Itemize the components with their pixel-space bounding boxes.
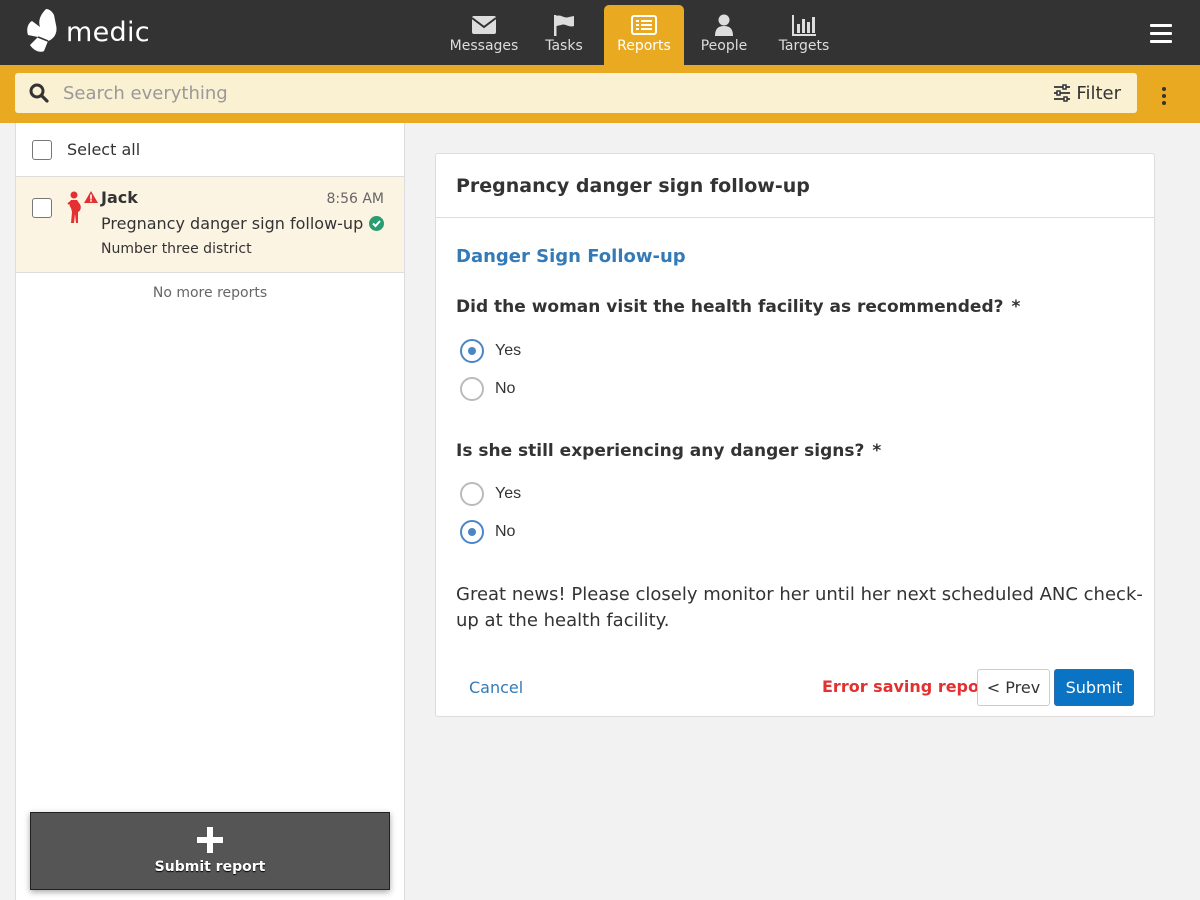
filter-label: Filter — [1076, 82, 1121, 104]
tab-reports-label: Reports — [617, 38, 671, 54]
tab-messages-label: Messages — [449, 38, 519, 54]
bar-chart-icon — [792, 15, 816, 36]
required-mark: * — [1011, 297, 1021, 317]
report-list-item[interactable]: Jack 8:56 AM Pregnancy danger sign follo… — [16, 177, 404, 273]
verified-check-icon — [369, 216, 384, 231]
main-nav: Messages Tasks Reports People Targets — [444, 5, 844, 65]
app-header: medic Messages Tasks Reports People Targ… — [0, 0, 1200, 65]
cancel-button[interactable]: Cancel — [469, 678, 523, 697]
radio-button[interactable] — [460, 520, 484, 544]
select-all-checkbox[interactable] — [32, 139, 52, 160]
medic-logo[interactable]: medic — [24, 6, 150, 58]
search-input[interactable] — [49, 74, 1054, 112]
filter-button[interactable]: Filter — [1053, 83, 1121, 104]
search-icon — [29, 83, 49, 103]
reports-list-icon — [631, 15, 657, 35]
person-icon — [715, 14, 733, 36]
submit-button[interactable]: Submit — [1054, 669, 1134, 706]
required-mark: * — [872, 441, 882, 461]
logo-text: medic — [66, 16, 150, 48]
select-all-label: Select all — [67, 140, 141, 159]
select-all-row: Select all — [16, 123, 404, 177]
radio-button[interactable] — [460, 339, 484, 363]
tab-messages[interactable]: Messages — [444, 5, 524, 65]
question-label: Did the woman visit the health facility … — [456, 297, 1004, 317]
tab-people[interactable]: People — [684, 5, 764, 65]
radio-visited-yes[interactable]: Yes — [460, 339, 521, 363]
search-box: Filter — [15, 73, 1137, 113]
card-header: Pregnancy danger sign follow-up — [436, 154, 1154, 218]
radio-button[interactable] — [460, 377, 484, 401]
radio-danger-yes[interactable]: Yes — [460, 482, 521, 506]
tab-tasks-label: Tasks — [545, 38, 583, 54]
sliders-icon — [1054, 84, 1071, 102]
radio-label: No — [495, 523, 516, 540]
section-title: Danger Sign Follow-up — [456, 246, 686, 267]
report-time: 8:56 AM — [326, 191, 384, 207]
report-contact-name: Jack — [101, 188, 138, 207]
tab-tasks[interactable]: Tasks — [524, 5, 604, 65]
question-danger-signs: Is she still experiencing any danger sig… — [456, 441, 881, 461]
report-checkbox[interactable] — [32, 198, 52, 218]
form-footer: Cancel Error saving report < Prev Submit — [436, 669, 1154, 707]
tab-targets[interactable]: Targets — [764, 5, 844, 65]
radio-label: No — [495, 380, 516, 397]
plus-icon — [197, 827, 223, 853]
form-note: Great news! Please closely monitor her u… — [456, 584, 1143, 631]
radio-visited-no[interactable]: No — [460, 377, 515, 401]
submit-report-label: Submit report — [154, 859, 266, 875]
search-bar: Filter — [0, 65, 1200, 123]
error-message: Error saving report — [822, 677, 995, 696]
envelope-icon — [471, 16, 497, 34]
question-visited-facility: Did the woman visit the health facility … — [456, 297, 1020, 317]
radio-danger-no[interactable]: No — [460, 520, 515, 544]
hamburger-menu-icon[interactable] — [1150, 24, 1172, 48]
question-label: Is she still experiencing any danger sig… — [456, 441, 865, 461]
radio-button[interactable] — [460, 482, 484, 506]
reports-list-panel: Select all Jack 8:56 AM Pregnancy danger… — [15, 123, 405, 900]
radio-label: Yes — [495, 485, 522, 502]
more-options-icon[interactable] — [1162, 87, 1166, 108]
tab-people-label: People — [700, 38, 748, 54]
pregnancy-danger-icon — [67, 191, 98, 223]
medic-logo-icon — [27, 9, 57, 52]
submit-report-button[interactable]: Submit report — [30, 812, 390, 890]
report-form-card: Pregnancy danger sign follow-up Danger S… — [435, 153, 1155, 717]
tab-targets-label: Targets — [778, 38, 830, 54]
radio-label: Yes — [495, 342, 522, 359]
no-more-reports: No more reports — [152, 285, 268, 301]
tab-reports[interactable]: Reports — [604, 5, 684, 65]
report-place: Number three district — [101, 241, 252, 257]
prev-button[interactable]: < Prev — [977, 669, 1050, 706]
form-title: Pregnancy danger sign follow-up — [456, 174, 810, 197]
report-form-name: Pregnancy danger sign follow-up — [101, 214, 364, 233]
flag-icon — [554, 15, 574, 36]
